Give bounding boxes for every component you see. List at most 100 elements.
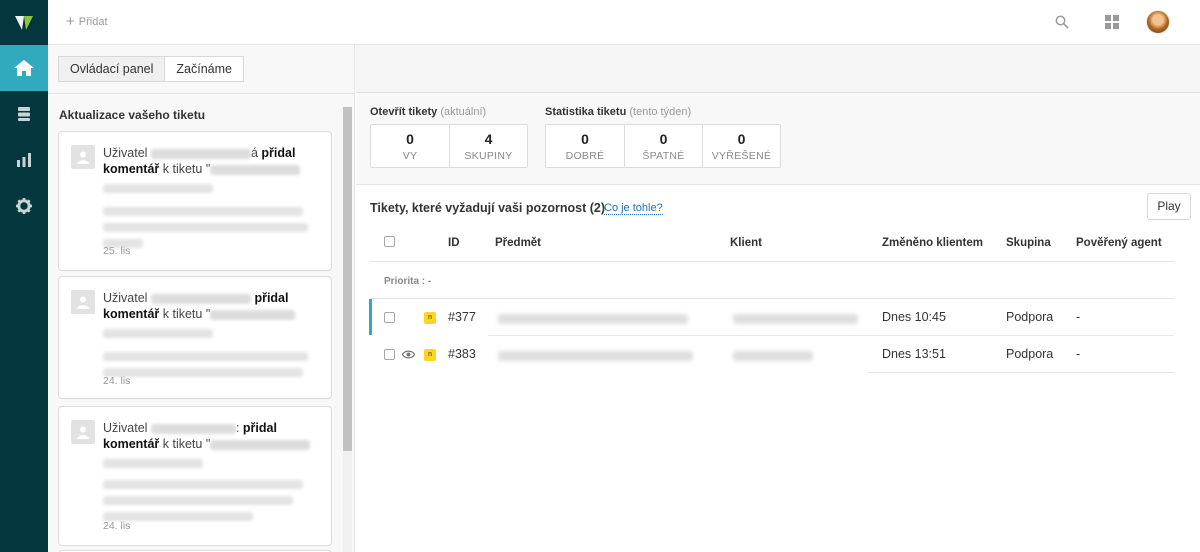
apps-button[interactable] bbox=[1102, 12, 1122, 32]
redacted-text bbox=[103, 329, 213, 338]
nav-admin[interactable] bbox=[0, 183, 48, 229]
ticket-id[interactable]: #377 bbox=[448, 310, 476, 324]
add-button-label: Přidat bbox=[78, 16, 108, 28]
stat-you[interactable]: 0 VY bbox=[371, 125, 449, 167]
user-placeholder-icon bbox=[71, 145, 95, 169]
eye-icon bbox=[402, 350, 415, 359]
row-highlight bbox=[369, 299, 372, 335]
redacted-text bbox=[103, 352, 308, 361]
plus-icon: + bbox=[66, 13, 75, 30]
open-tickets-stats: Otevřít tikety (aktuální) 0 VY 4 SKUPINY bbox=[370, 106, 528, 168]
redacted-text bbox=[210, 309, 296, 320]
redacted-text bbox=[103, 368, 303, 377]
priority-group-label: Priorita : - bbox=[384, 276, 432, 287]
select-all-checkbox[interactable] bbox=[384, 236, 395, 247]
add-button[interactable]: + Přidat bbox=[66, 13, 108, 31]
help-link[interactable]: Co je tohle? bbox=[604, 202, 663, 215]
ticket-statistics-boxes: 0 DOBRÉ 0 ŠPATNÉ 0 VYŘEŠENÉ bbox=[545, 124, 781, 168]
search-button[interactable] bbox=[1052, 12, 1072, 32]
redacted-text bbox=[103, 496, 293, 505]
column-group[interactable]: Skupina bbox=[1006, 237, 1051, 249]
panel-scrollbar[interactable] bbox=[343, 107, 352, 552]
redacted-text bbox=[103, 184, 213, 193]
row-checkbox[interactable] bbox=[384, 312, 395, 323]
update-text: Uživatel : přidal komentář k tiketu " bbox=[103, 420, 323, 521]
home-icon bbox=[14, 60, 34, 76]
changed-time: Dnes 13:51 bbox=[882, 347, 946, 361]
redacted-client[interactable] bbox=[733, 314, 858, 324]
column-client[interactable]: Klient bbox=[730, 237, 762, 249]
assignee: - bbox=[1076, 347, 1081, 361]
ticket-statistics: Statistika tiketu (tento týden) 0 DOBRÉ … bbox=[545, 106, 781, 168]
redacted-client[interactable] bbox=[733, 351, 813, 361]
update-text: Uživatel á přidal komentář k tiketu " bbox=[103, 145, 323, 248]
update-card[interactable]: Uživatel : přidal komentář k tiketu " 24… bbox=[58, 406, 332, 546]
search-icon bbox=[1055, 15, 1069, 29]
user-placeholder-icon bbox=[71, 420, 95, 444]
redacted-text bbox=[210, 439, 311, 450]
stat-good[interactable]: 0 DOBRÉ bbox=[546, 125, 624, 167]
divider bbox=[48, 93, 355, 94]
user-placeholder-icon bbox=[71, 290, 95, 314]
nav-home[interactable] bbox=[0, 45, 48, 91]
redacted-text bbox=[210, 164, 301, 175]
column-subject[interactable]: Předmět bbox=[495, 237, 541, 249]
tab-dashboard[interactable]: Ovládací panel bbox=[58, 56, 166, 82]
update-card[interactable]: Uživatel přidal komentář k tiketu " 24. … bbox=[58, 276, 332, 399]
stat-solved[interactable]: 0 VYŘEŠENÉ bbox=[702, 125, 780, 167]
top-bar: + Přidat bbox=[48, 0, 1200, 45]
group-name: Podpora bbox=[1006, 347, 1054, 361]
stat-bad[interactable]: 0 ŠPATNÉ bbox=[624, 125, 702, 167]
update-card[interactable]: Uživatel á přidal komentář k tiketu " 25… bbox=[58, 131, 332, 271]
redacted-text bbox=[150, 148, 251, 159]
redacted-text bbox=[103, 480, 303, 489]
update-date: 24. lis bbox=[103, 375, 131, 387]
stats-bar: Otevřít tikety (aktuální) 0 VY 4 SKUPINY… bbox=[356, 93, 1200, 185]
row-divider bbox=[488, 335, 1174, 336]
redacted-text bbox=[150, 293, 251, 304]
column-changed[interactable]: Změněno klientem bbox=[882, 237, 983, 249]
apps-grid-icon bbox=[1105, 15, 1119, 29]
gear-icon bbox=[16, 198, 32, 214]
row-divider bbox=[868, 372, 1174, 373]
status-new-badge: n bbox=[424, 312, 436, 324]
dashboard-tabs: Ovládací panel Začínáme bbox=[58, 56, 244, 82]
view-title: Tikety, které vyžadují vaši pozornost (2… bbox=[370, 201, 606, 215]
views-icon bbox=[18, 107, 30, 121]
redacted-text bbox=[150, 423, 236, 434]
changed-time: Dnes 10:45 bbox=[882, 310, 946, 324]
redacted-text bbox=[103, 207, 303, 216]
reports-icon bbox=[17, 153, 31, 167]
main-header bbox=[356, 45, 1200, 93]
assignee: - bbox=[1076, 310, 1081, 324]
play-button[interactable]: Play bbox=[1147, 193, 1191, 220]
update-text: Uživatel přidal komentář k tiketu " bbox=[103, 290, 323, 377]
nav-views[interactable] bbox=[0, 91, 48, 137]
header-divider bbox=[370, 261, 1174, 262]
redacted-subject[interactable] bbox=[498, 314, 688, 324]
scrollbar-thumb[interactable] bbox=[343, 107, 352, 451]
open-tickets-boxes: 0 VY 4 SKUPINY bbox=[370, 124, 528, 168]
main-nav bbox=[0, 0, 48, 552]
ticket-statistics-title: Statistika tiketu (tento týden) bbox=[545, 106, 692, 118]
row-divider bbox=[370, 298, 1174, 299]
redacted-text bbox=[103, 459, 203, 468]
group-name: Podpora bbox=[1006, 310, 1054, 324]
user-avatar[interactable] bbox=[1146, 10, 1170, 34]
nav-reports[interactable] bbox=[0, 137, 48, 183]
column-agent[interactable]: Pověřený agent bbox=[1076, 237, 1162, 249]
ticket-updates-panel: Ovládací panel Začínáme Aktualizace vaše… bbox=[48, 45, 355, 552]
status-new-badge: n bbox=[424, 349, 436, 361]
ticket-id[interactable]: #383 bbox=[448, 347, 476, 361]
tab-getting-started[interactable]: Začínáme bbox=[165, 56, 244, 82]
zendesk-logo[interactable] bbox=[0, 0, 48, 44]
redacted-subject[interactable] bbox=[498, 351, 693, 361]
update-date: 25. lis bbox=[103, 245, 131, 257]
update-date: 24. lis bbox=[103, 520, 131, 532]
redacted-text bbox=[103, 223, 308, 232]
open-tickets-title: Otevřít tikety (aktuální) bbox=[370, 106, 487, 118]
updates-title: Aktualizace vašeho tiketu bbox=[59, 108, 206, 122]
stat-groups[interactable]: 4 SKUPINY bbox=[449, 125, 527, 167]
row-checkbox[interactable] bbox=[384, 349, 395, 360]
column-id[interactable]: ID bbox=[448, 237, 460, 249]
